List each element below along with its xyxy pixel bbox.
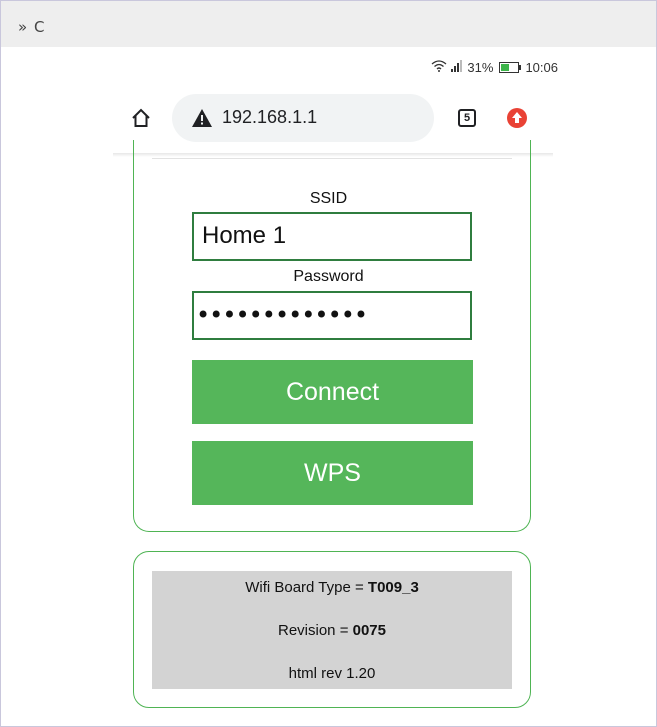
- address-bar[interactable]: 192.168.1.1: [172, 94, 434, 142]
- home-icon[interactable]: [131, 108, 151, 128]
- ssid-input[interactable]: Home 1: [192, 212, 472, 261]
- status-bar: 31% 10:06: [431, 60, 558, 75]
- wifi-icon: [431, 60, 447, 75]
- password-label: Password: [293, 268, 364, 285]
- tab-count-icon[interactable]: 5: [458, 109, 476, 127]
- board-type-value: T009_3: [367, 579, 419, 596]
- password-value: •••••••••••••: [196, 301, 368, 329]
- warning-icon[interactable]: [192, 109, 212, 127]
- board-type-line: Wifi Board Type = T009_3: [152, 579, 512, 596]
- revision-prefix: Revision =: [278, 622, 353, 639]
- title-bar: » C: [1, 1, 656, 47]
- battery-percent: 31%: [467, 60, 494, 75]
- ssid-label: SSID: [309, 190, 348, 207]
- revision-line: Revision = 0075: [152, 622, 512, 639]
- title-bar-glyphs: » C: [18, 18, 46, 36]
- password-input[interactable]: •••••••••••••: [192, 291, 472, 340]
- wps-button[interactable]: WPS: [192, 441, 473, 505]
- url-text[interactable]: 192.168.1.1: [222, 107, 317, 128]
- browser-toolbar: 192.168.1.1 5: [131, 94, 531, 144]
- signal-bars-icon: [451, 60, 463, 75]
- revision-value: 0075: [352, 622, 386, 639]
- status-time: 10:06: [525, 60, 558, 75]
- board-info-panel: Wifi Board Type = T009_3 Revision = 0075…: [152, 571, 512, 689]
- battery-icon: [499, 62, 522, 73]
- connect-button[interactable]: Connect: [192, 360, 473, 424]
- ssid-value: Home 1: [202, 222, 287, 249]
- html-rev-line: html rev 1.20: [288, 665, 376, 682]
- board-type-prefix: Wifi Board Type =: [245, 579, 368, 596]
- update-arrow-icon[interactable]: [507, 108, 527, 128]
